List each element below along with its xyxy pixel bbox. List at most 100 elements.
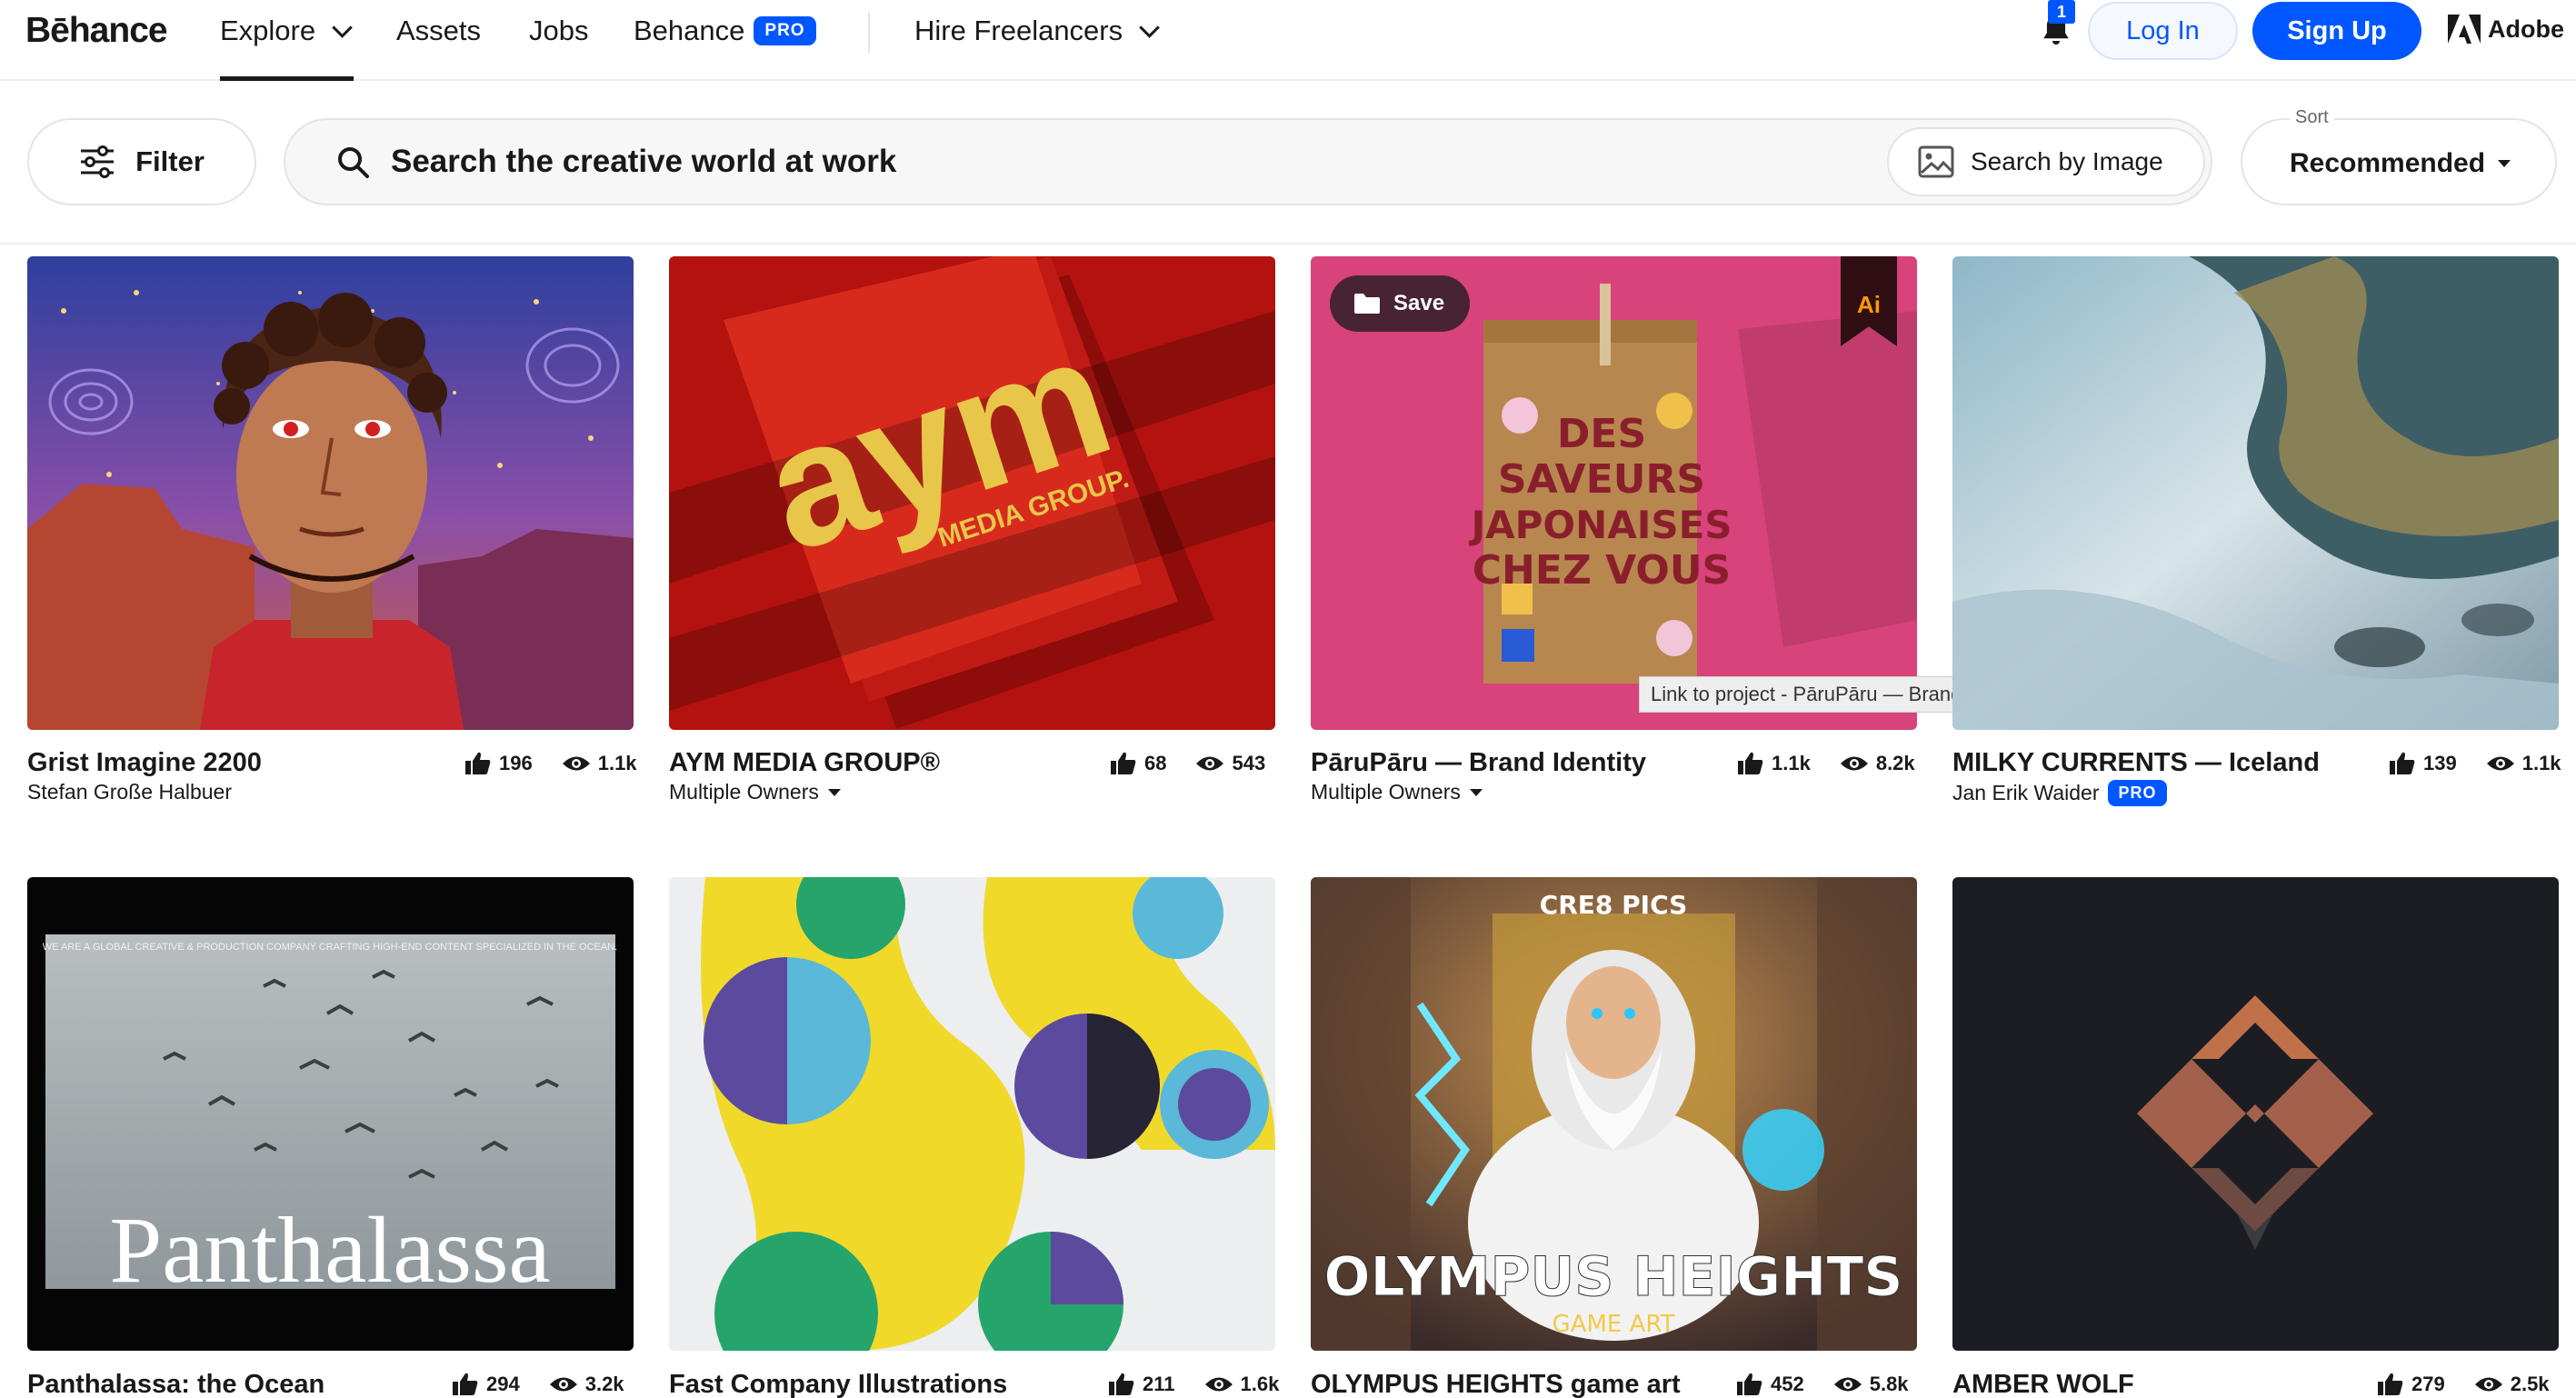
eye-icon [549, 1377, 577, 1392]
eye-icon [562, 756, 590, 771]
owner-name: Jan Erik Waider [1952, 781, 2100, 804]
filter-sliders-icon [81, 145, 115, 178]
like-count: 139 [2423, 752, 2457, 774]
svg-text:SAVEURS: SAVEURS [1498, 456, 1705, 503]
section-divider [0, 243, 2576, 245]
project-stats: 294 3.2k [452, 1372, 624, 1397]
project-title[interactable]: Panthalassa: the Ocean [27, 1370, 324, 1398]
project-owner-dropdown[interactable]: Multiple Owners [1311, 780, 1483, 804]
project-cover-olympus-heights[interactable]: CRE8 PICS OLYMPUS HEIGHTS GAME ART [1311, 877, 1917, 1351]
like-count: 279 [2411, 1373, 2445, 1395]
search-icon [338, 147, 369, 178]
like-count: 196 [499, 752, 533, 774]
panthalassa-caption: WE ARE A GLOBAL CREATIVE & PRODUCTION CO… [43, 942, 617, 953]
behance-logo[interactable]: Bēhance [25, 11, 168, 51]
view-count: 2.5k [2510, 1373, 2550, 1395]
nav-jobs-label: Jobs [529, 15, 589, 46]
nav-hire-freelancers[interactable]: Hire Freelancers [914, 15, 1160, 47]
cover-seagulls-photo: WE ARE A GLOBAL CREATIVE & PRODUCTION CO… [27, 877, 634, 1351]
nav-assets[interactable]: Assets [396, 15, 481, 47]
nav-behance-pro[interactable]: Behance PRO [634, 15, 816, 47]
project-title[interactable]: MILKY CURRENTS — Iceland [1952, 748, 2320, 778]
thumbs-up-icon [2378, 1373, 2403, 1395]
project-owner[interactable]: Jan Erik Waider PRO [1952, 780, 2167, 806]
search-by-image-button[interactable]: Search by Image [1887, 127, 2205, 196]
eye-icon [1840, 756, 1868, 771]
nav-jobs[interactable]: Jobs [529, 15, 588, 47]
log-in-button[interactable]: Log In [2088, 2, 2238, 60]
view-count: 1.1k [2521, 752, 2561, 774]
nav-assets-label: Assets [396, 15, 482, 46]
project-cover-panthalassa[interactable]: WE ARE A GLOBAL CREATIVE & PRODUCTION CO… [27, 877, 634, 1351]
thumbs-up-icon [453, 1373, 478, 1395]
project-cover-milky-currents[interactable] [1952, 256, 2559, 730]
olympus-title-text: OLYMPUS HEIGHTS [1324, 1245, 1903, 1309]
view-count: 1.1k [597, 752, 637, 774]
chevron-down-icon [1139, 17, 1160, 38]
project-title[interactable]: OLYMPUS HEIGHTS game art [1311, 1370, 1681, 1398]
project-stats: 211 1.6k [1108, 1372, 1279, 1397]
eye-icon [1204, 1377, 1233, 1392]
project-title[interactable]: Grist Imagine 2200 [27, 748, 262, 778]
caret-down-icon [827, 788, 841, 796]
chevron-down-icon [332, 17, 353, 38]
project-stats: 1.1k 8.2k [1737, 751, 1915, 776]
project-title[interactable]: PāruPāru — Brand Identity [1311, 748, 1646, 778]
svg-text:JAPONAISES: JAPONAISES [1468, 503, 1732, 547]
thumbs-up-icon [1109, 1373, 1134, 1395]
project-owner-dropdown[interactable]: Multiple Owners [669, 780, 841, 804]
image-icon [1918, 145, 1954, 178]
project-title[interactable]: AYM MEDIA GROUP® [669, 748, 940, 778]
adobe-link[interactable]: Adobe [2448, 15, 2564, 44]
like-count: 211 [1143, 1373, 1175, 1395]
eye-icon [1196, 756, 1224, 771]
like-count: 294 [486, 1373, 520, 1395]
project-stats: 139 1.1k [2389, 751, 2561, 776]
owner-name: Multiple Owners [1311, 780, 1461, 804]
cover-illustration-portrait [27, 256, 634, 730]
nav-explore-label: Explore [220, 15, 316, 46]
caret-down-icon [2498, 160, 2511, 167]
top-navigation: Bēhance Explore Assets Jobs Behance PRO … [0, 0, 2576, 81]
notification-count-badge: 1 [2048, 0, 2075, 24]
project-title[interactable]: AMBER WOLF [1952, 1370, 2134, 1398]
search-bar[interactable]: Search the creative world at work Search… [284, 118, 2212, 205]
pro-badge: PRO [2108, 780, 2167, 806]
filter-button[interactable]: Filter [27, 118, 256, 205]
save-label: Save [1393, 291, 1445, 315]
thumbs-up-icon [1111, 752, 1136, 774]
studio-logo-text: CRE8 PICS [1540, 890, 1688, 920]
sign-up-button[interactable]: Sign Up [2252, 2, 2421, 60]
caret-down-icon [1469, 788, 1483, 796]
project-title[interactable]: Fast Company Illustrations [669, 1370, 1007, 1398]
panthalassa-wordmark: Panthalassa [109, 1198, 550, 1303]
project-cover-grist[interactable] [27, 256, 634, 730]
project-stats: 279 2.5k [2377, 1372, 2550, 1397]
project-cover-parupari[interactable]: DES SAVEURS JAPONAISES CHEZ VOUS Save Ai [1311, 256, 1917, 730]
like-count: 68 [1144, 752, 1167, 774]
project-cover-amber-wolf[interactable] [1952, 877, 2559, 1351]
search-input[interactable]: Search the creative world at work [391, 144, 896, 180]
project-owner[interactable]: Stefan Große Halbuer [27, 780, 232, 804]
sort-label: Sort [2290, 107, 2334, 128]
cover-aerial-photo [1952, 256, 2559, 730]
view-count: 543 [1232, 752, 1266, 774]
thumbs-up-icon [1737, 1373, 1762, 1395]
view-count: 8.2k [1875, 752, 1915, 774]
nav-explore[interactable]: Explore [220, 15, 353, 47]
view-count: 3.2k [584, 1373, 624, 1395]
nav-hire-label: Hire Freelancers [914, 15, 1123, 46]
cover-zeus-game-art: CRE8 PICS OLYMPUS HEIGHTS GAME ART [1311, 877, 1917, 1351]
nav-divider [868, 13, 870, 53]
like-count: 452 [1771, 1373, 1804, 1395]
save-button[interactable]: Save [1330, 275, 1470, 332]
project-stats: 68 543 [1110, 751, 1265, 776]
thumbs-up-icon [2390, 752, 2415, 774]
project-cover-aym[interactable]: aym MEDIA GROUP. [669, 256, 1275, 730]
sort-value[interactable]: Recommended [2290, 148, 2511, 179]
eye-icon [1833, 1377, 1862, 1392]
like-count: 1.1k [1772, 752, 1811, 774]
project-stats: 452 5.8k [1736, 1372, 1909, 1397]
project-cover-fast-company[interactable] [669, 877, 1275, 1351]
adobe-logo-icon [2448, 15, 2481, 44]
